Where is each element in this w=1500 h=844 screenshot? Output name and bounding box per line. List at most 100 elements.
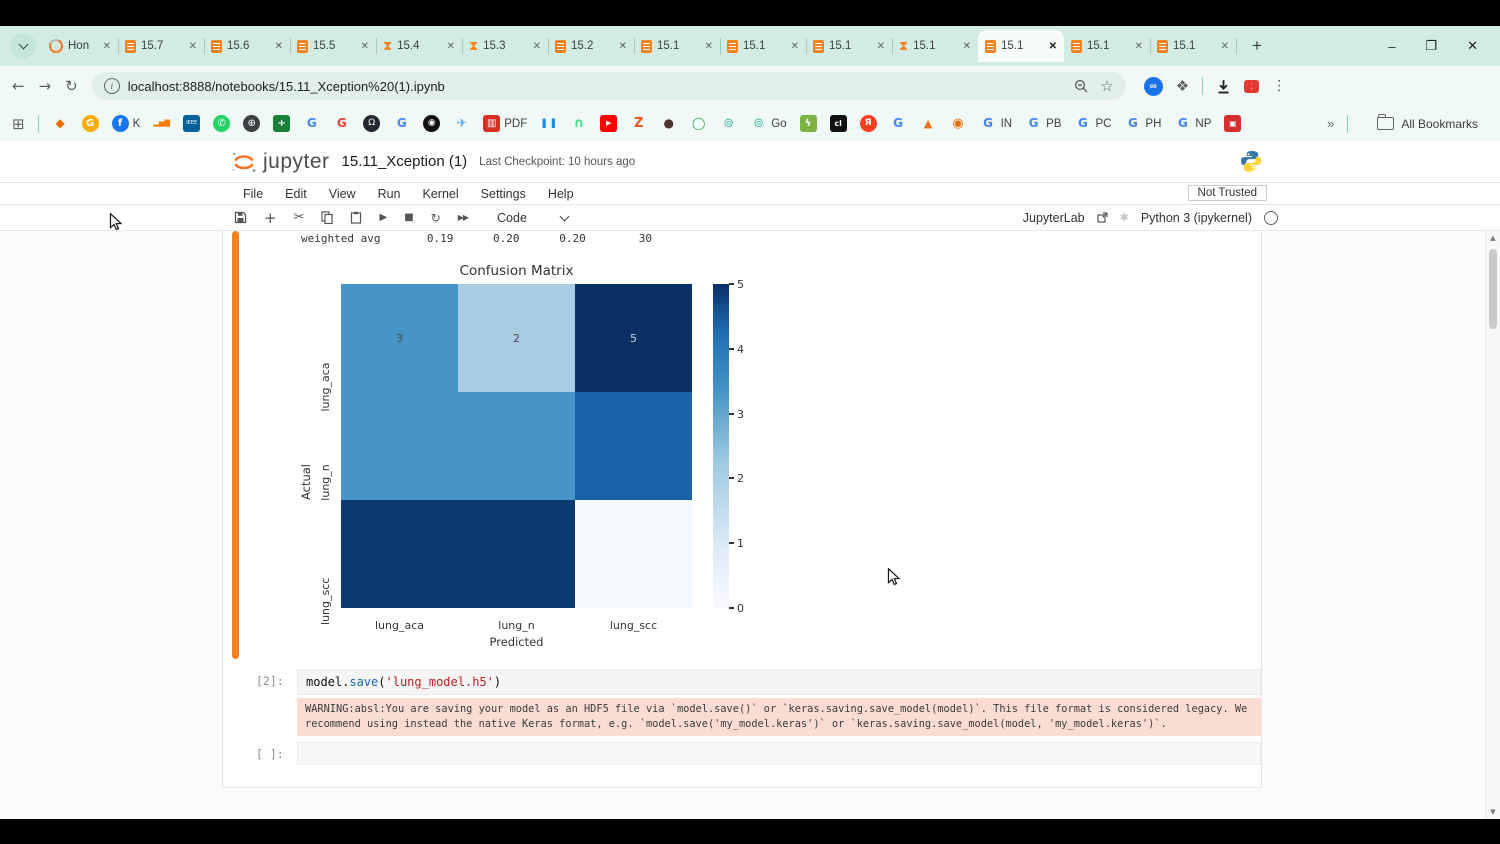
add-cell-icon[interactable]: + xyxy=(264,209,277,227)
stop-kernel-icon[interactable]: ■ xyxy=(404,212,413,223)
browser-tab[interactable]: 15.1✕ xyxy=(978,30,1064,62)
all-bookmarks-button[interactable]: All Bookmarks xyxy=(1377,117,1478,131)
bookmark-swirl-go[interactable]: ⊚Go xyxy=(750,115,786,132)
tab-close-icon[interactable]: ✕ xyxy=(533,41,541,52)
bookmark-rugby[interactable]: ● xyxy=(660,115,677,132)
tab-search-button[interactable] xyxy=(10,33,36,59)
extensions-puzzle-icon[interactable]: ❖ xyxy=(1176,77,1189,95)
menu-kernel[interactable]: Kernel xyxy=(423,187,459,201)
menu-help[interactable]: Help xyxy=(548,187,574,201)
browser-tab[interactable]: ⧗15.1✕ xyxy=(892,30,978,62)
site-info-icon[interactable]: i xyxy=(104,78,120,94)
browser-tab[interactable]: Hon✕ xyxy=(42,30,118,62)
browser-tab[interactable]: 15.1✕ xyxy=(634,30,720,62)
bookmark-red-badge[interactable]: ▣ xyxy=(1224,115,1241,132)
bookmark-lightning[interactable]: ϟ xyxy=(800,115,817,132)
bookmark-rail[interactable]: ▌▐ xyxy=(540,115,557,132)
tab-close-icon[interactable]: ✕ xyxy=(877,41,885,52)
zoom-icon[interactable] xyxy=(1074,79,1088,93)
bookmark-g-np[interactable]: GNP xyxy=(1174,115,1211,132)
tab-close-icon[interactable]: ✕ xyxy=(705,41,713,52)
bookmark-globe[interactable]: ⊕ xyxy=(243,115,260,132)
browser-tab[interactable]: 15.5✕ xyxy=(290,30,376,62)
menu-settings[interactable]: Settings xyxy=(481,187,526,201)
bookmark-diamond[interactable]: ◆ xyxy=(52,115,69,132)
browser-tab[interactable]: 15.1✕ xyxy=(806,30,892,62)
bookmark-ring[interactable]: ◯ xyxy=(690,115,707,132)
menu-view[interactable]: View xyxy=(329,187,356,201)
trust-status-button[interactable]: Not Trusted xyxy=(1188,185,1267,201)
tab-close-icon[interactable]: ✕ xyxy=(963,41,971,52)
browser-tab[interactable]: 15.1✕ xyxy=(1150,30,1236,62)
bookmark-facebook[interactable]: fK xyxy=(112,115,141,132)
cut-icon[interactable]: ✂ xyxy=(294,210,305,225)
bookmark-google-1[interactable]: G xyxy=(303,115,320,132)
address-bar[interactable]: i localhost:8888/notebooks/15.11_Xceptio… xyxy=(92,72,1126,100)
tab-close-icon[interactable]: ✕ xyxy=(1135,41,1143,52)
menu-edit[interactable]: Edit xyxy=(285,187,307,201)
bookmark-whatsapp[interactable]: ✆ xyxy=(213,115,230,132)
restart-kernel-icon[interactable]: ↻ xyxy=(431,211,441,225)
browser-tab[interactable]: 15.7✕ xyxy=(118,30,204,62)
bookmark-google-4[interactable]: G xyxy=(890,115,907,132)
bookmark-eye[interactable]: ◉ xyxy=(950,115,967,132)
minimize-button[interactable]: – xyxy=(1388,39,1395,54)
bookmark-star-icon[interactable]: ☆ xyxy=(1100,77,1113,95)
debugger-icon[interactable]: ✱ xyxy=(1120,211,1129,224)
menu-file[interactable]: File xyxy=(243,187,263,201)
bookmark-g-ph[interactable]: GPH xyxy=(1124,115,1161,132)
cell-type-dropdown[interactable]: Code xyxy=(497,211,568,225)
tab-close-icon[interactable]: ✕ xyxy=(619,41,627,52)
tab-close-icon[interactable]: ✕ xyxy=(189,41,197,52)
jupyter-brand[interactable]: jupyter xyxy=(263,150,330,174)
kernel-name[interactable]: Python 3 (ipykernel) xyxy=(1141,211,1252,225)
restart-run-all-icon[interactable]: ▶▶ xyxy=(458,213,468,222)
page-scrollbar[interactable]: ▲ ▼ xyxy=(1485,231,1500,819)
bookmarks-overflow-icon[interactable]: » xyxy=(1327,116,1334,131)
paste-icon[interactable] xyxy=(350,211,362,224)
scroll-down-icon[interactable]: ▼ xyxy=(1486,808,1500,816)
bookmark-g-pb[interactable]: GPB xyxy=(1025,115,1061,132)
bookmark-google-3[interactable]: G xyxy=(393,115,410,132)
new-tab-button[interactable]: + xyxy=(1246,36,1268,56)
bookmark-bird[interactable]: ✈ xyxy=(453,115,470,132)
maximize-button[interactable]: ❐ xyxy=(1425,38,1437,54)
tab-close-icon[interactable]: ✕ xyxy=(361,41,369,52)
bookmark-youtube[interactable]: ▶ xyxy=(600,115,617,132)
close-button[interactable]: ✕ xyxy=(1467,38,1478,54)
bookmark-swirl[interactable]: ⊚ xyxy=(720,115,737,132)
bookmark-g-pc[interactable]: GPC xyxy=(1074,115,1111,132)
browser-menu-icon[interactable]: ⋮ xyxy=(1272,78,1286,94)
bookmark-yandex[interactable]: Я xyxy=(860,115,877,132)
bookmark-github[interactable]: Ω xyxy=(363,115,380,132)
apps-grid-icon[interactable]: ⊞ xyxy=(12,115,25,133)
bookmark-z-orange[interactable]: Z xyxy=(630,115,647,132)
reload-icon[interactable]: ↻ xyxy=(65,77,78,95)
empty-code-cell-input[interactable] xyxy=(297,742,1261,765)
browser-tab[interactable]: ⧗15.3✕ xyxy=(462,30,548,62)
code-cell-input[interactable]: model.save('lung_model.h5') xyxy=(297,669,1261,695)
bookmark-google-2[interactable]: G xyxy=(333,115,350,132)
tab-close-icon[interactable]: ✕ xyxy=(1049,41,1057,52)
tab-close-icon[interactable]: ✕ xyxy=(103,41,111,52)
bookmark-matlab[interactable]: ▲ xyxy=(920,115,937,132)
extension-red-icon[interactable]: ⁚ xyxy=(1244,80,1259,93)
run-cell-icon[interactable]: ▶ xyxy=(379,212,387,223)
forward-icon[interactable]: → xyxy=(39,77,52,95)
browser-tab[interactable]: 15.1✕ xyxy=(720,30,806,62)
notebook-filename[interactable]: 15.11_Xception (1) xyxy=(342,153,468,170)
bookmark-android[interactable]: ∩ xyxy=(570,115,587,132)
bookmark-g-in[interactable]: GIN xyxy=(980,115,1013,132)
browser-tab[interactable]: ⧗15.4✕ xyxy=(376,30,462,62)
bookmark-sheets[interactable]: + xyxy=(273,115,290,132)
bookmark-g-orange[interactable]: G xyxy=(82,115,99,132)
jupyterlab-link[interactable]: JupyterLab xyxy=(1023,211,1085,225)
browser-tab[interactable]: 15.1✕ xyxy=(1064,30,1150,62)
downloads-icon[interactable] xyxy=(1216,79,1231,94)
browser-tab[interactable]: 15.6✕ xyxy=(204,30,290,62)
tab-close-icon[interactable]: ✕ xyxy=(791,41,799,52)
url-text[interactable]: localhost:8888/notebooks/15.11_Xception%… xyxy=(128,79,1067,94)
tab-close-icon[interactable]: ✕ xyxy=(1221,41,1229,52)
bookmark-ieee[interactable]: IEEE xyxy=(183,115,200,132)
bookmark-record[interactable]: ◉ xyxy=(423,115,440,132)
